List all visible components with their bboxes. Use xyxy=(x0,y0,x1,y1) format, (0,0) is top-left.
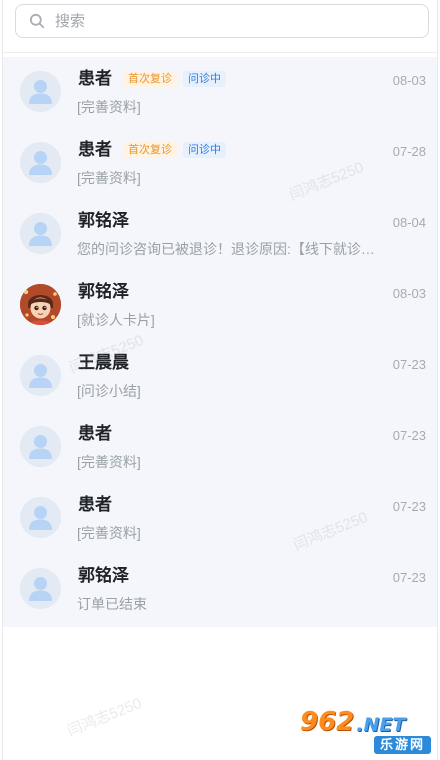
conversation-item[interactable]: 患者 首次复诊 问诊中 07-28 [完善资料] xyxy=(3,128,437,199)
site-logo-number: 962 xyxy=(300,707,355,737)
contact-name: 郭铭泽 xyxy=(78,211,129,230)
message-date: 07-23 xyxy=(392,499,426,514)
message-date: 07-23 xyxy=(392,357,426,372)
search-icon xyxy=(29,13,45,29)
contact-name: 患者 xyxy=(78,140,112,159)
message-date: 08-03 xyxy=(392,286,426,301)
contact-name: 郭铭泽 xyxy=(78,566,129,585)
default-avatar-icon xyxy=(20,142,61,183)
contact-name: 患者 xyxy=(78,424,112,443)
search-input[interactable] xyxy=(55,6,395,36)
site-logo: 962 .NET 乐游网 xyxy=(300,706,432,756)
conversation-item[interactable]: 郭铭泽 08-04 您的问诊咨询已被退诊！退诊原因:【线下就诊… xyxy=(3,199,437,270)
contact-name: 郭铭泽 xyxy=(78,282,129,301)
contact-name: 王晨晨 xyxy=(78,353,129,372)
conversation-list: 患者 首次复诊 问诊中 08-03 [完善资料] 患者 首次复诊 问诊中 07-… xyxy=(3,57,437,627)
cartoon-avatar-icon xyxy=(20,284,61,325)
search-bar[interactable] xyxy=(15,4,429,38)
message-date: 07-28 xyxy=(392,144,426,159)
conversation-item[interactable]: 患者 07-23 [完善资料] xyxy=(3,412,437,483)
header-divider xyxy=(3,52,437,53)
first-revisit-tag: 首次复诊 xyxy=(123,142,177,158)
conversation-item[interactable]: 郭铭泽 08-03 [就诊人卡片] xyxy=(3,270,437,341)
in-consultation-tag: 问诊中 xyxy=(183,142,226,158)
conversation-item[interactable]: 患者 首次复诊 问诊中 08-03 [完善资料] xyxy=(3,57,437,128)
avatar xyxy=(20,71,61,112)
conversation-item[interactable]: 郭铭泽 07-23 订单已结束 xyxy=(3,554,437,625)
avatar xyxy=(20,426,61,467)
message-date: 07-23 xyxy=(392,428,426,443)
message-preview: [问诊小结] xyxy=(77,383,141,399)
default-avatar-icon xyxy=(20,568,61,609)
default-avatar-icon xyxy=(20,213,61,254)
conversation-item[interactable]: 王晨晨 07-23 [问诊小结] xyxy=(3,341,437,412)
message-preview: 您的问诊咨询已被退诊！退诊原因:【线下就诊… xyxy=(77,241,375,257)
message-date: 07-23 xyxy=(392,570,426,585)
contact-name: 患者 xyxy=(78,69,112,88)
avatar xyxy=(20,355,61,396)
message-preview: [完善资料] xyxy=(77,525,141,541)
message-preview: [就诊人卡片] xyxy=(77,312,155,328)
avatar xyxy=(20,142,61,183)
avatar xyxy=(20,213,61,254)
site-logo-subtitle: 乐游网 xyxy=(374,736,432,754)
avatar xyxy=(20,568,61,609)
message-date: 08-03 xyxy=(392,73,426,88)
default-avatar-icon xyxy=(20,71,61,112)
message-date: 08-04 xyxy=(392,215,426,230)
default-avatar-icon xyxy=(20,497,61,538)
first-revisit-tag: 首次复诊 xyxy=(123,71,177,87)
contact-name: 患者 xyxy=(78,495,112,514)
avatar xyxy=(20,497,61,538)
site-logo-suffix: .NET xyxy=(356,714,406,736)
site-logo-wordmark: 962 .NET xyxy=(300,706,405,736)
message-preview: [完善资料] xyxy=(77,99,141,115)
message-preview: 订单已结束 xyxy=(77,596,147,612)
tag-group: 首次复诊 问诊中 xyxy=(123,142,226,158)
conversation-item[interactable]: 患者 07-23 [完善资料] xyxy=(3,483,437,554)
message-preview: [完善资料] xyxy=(77,170,141,186)
message-preview: [完善资料] xyxy=(77,454,141,470)
avatar xyxy=(20,284,61,325)
watermark: 闫鸿志5250 xyxy=(65,694,145,740)
in-consultation-tag: 问诊中 xyxy=(183,71,226,87)
default-avatar-icon xyxy=(20,355,61,396)
app-frame: 患者 首次复诊 问诊中 08-03 [完善资料] 患者 首次复诊 问诊中 xyxy=(2,0,438,760)
tag-group: 首次复诊 问诊中 xyxy=(123,71,226,87)
default-avatar-icon xyxy=(20,426,61,467)
